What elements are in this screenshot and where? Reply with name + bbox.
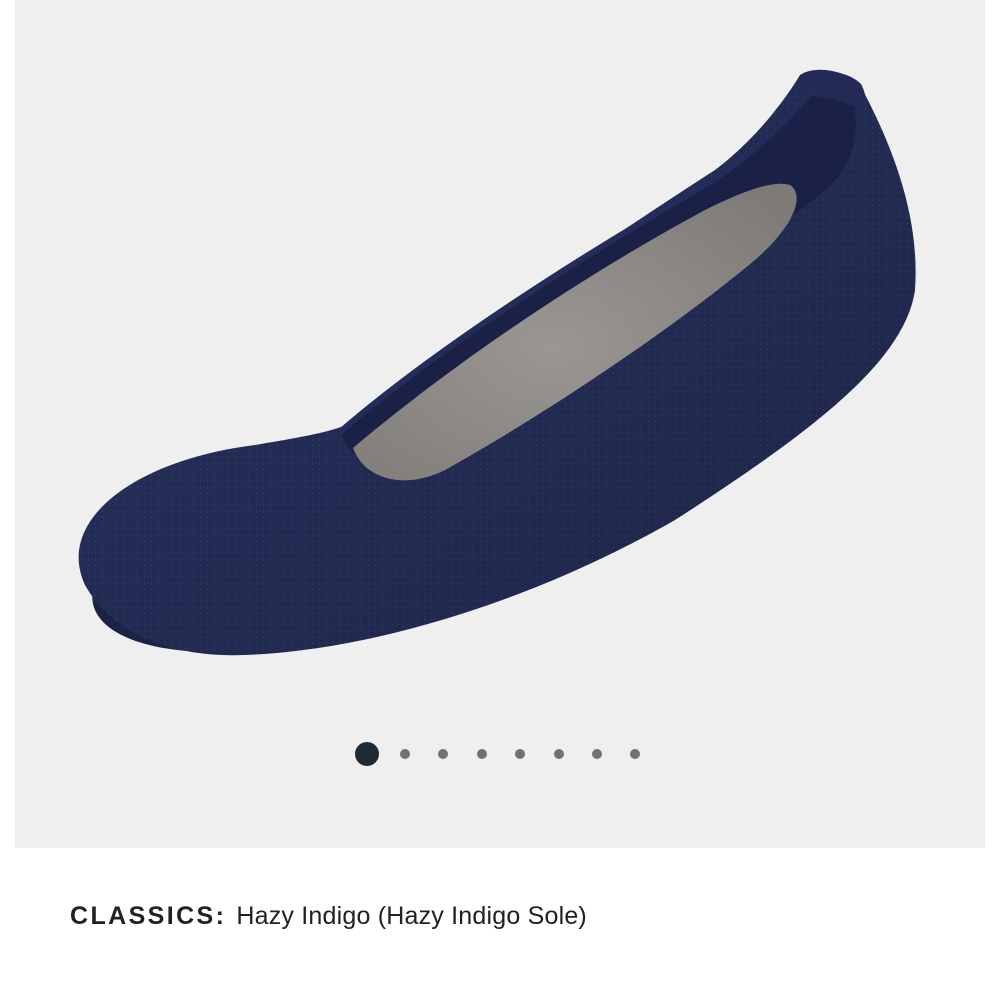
product-image[interactable] (15, 0, 985, 848)
carousel-dot-2[interactable] (400, 749, 410, 759)
product-page: CLASSICS: Hazy Indigo (Hazy Indigo Sole) (0, 0, 1000, 1000)
collection-label: CLASSICS: (70, 902, 227, 930)
product-color-caption: CLASSICS: Hazy Indigo (Hazy Indigo Sole) (70, 902, 587, 931)
carousel-dot-1[interactable] (355, 742, 379, 766)
carousel-dot-7[interactable] (592, 749, 602, 759)
product-image-gallery[interactable] (15, 0, 985, 848)
carousel-dot-4[interactable] (477, 749, 487, 759)
carousel-dots (15, 740, 985, 768)
color-name: Hazy Indigo (Hazy Indigo Sole) (236, 902, 587, 930)
carousel-dot-6[interactable] (554, 749, 564, 759)
carousel-dot-5[interactable] (515, 749, 525, 759)
carousel-dot-3[interactable] (438, 749, 448, 759)
carousel-dot-8[interactable] (630, 749, 640, 759)
